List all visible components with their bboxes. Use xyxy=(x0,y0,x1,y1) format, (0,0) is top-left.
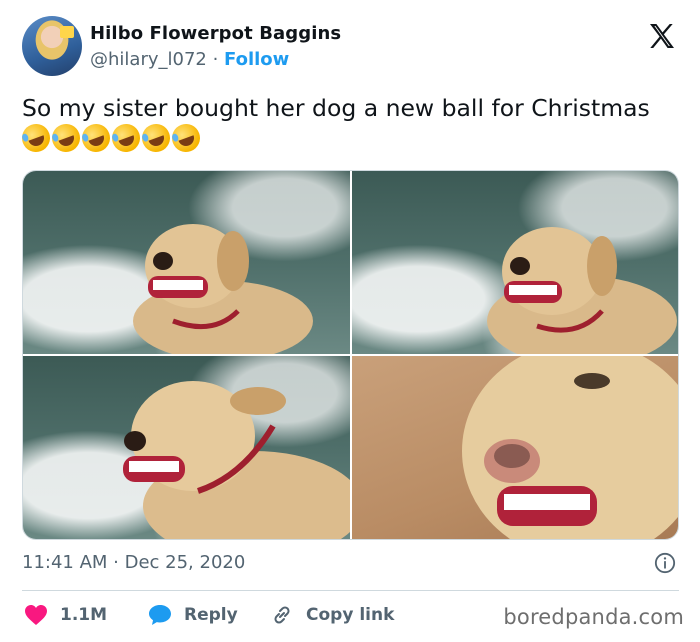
author-handle[interactable]: @hilary_l072 xyxy=(90,49,207,70)
divider xyxy=(22,590,679,591)
author-handle-line: @hilary_l072 · Follow xyxy=(90,49,289,70)
watermark: boredpanda.com xyxy=(503,605,684,629)
rofl-emoji-icon xyxy=(108,120,144,156)
media-photo-3[interactable] xyxy=(23,356,350,539)
dog-illustration xyxy=(133,224,313,354)
copy-link-button[interactable]: Copy link xyxy=(270,600,394,630)
emoji-group xyxy=(18,120,204,156)
follow-button[interactable]: Follow xyxy=(224,49,289,70)
media-photo-1[interactable] xyxy=(23,171,350,354)
media-grid xyxy=(22,170,679,540)
reply-label: Reply xyxy=(184,605,238,625)
tweet-text: So my sister bought her dog a new ball f… xyxy=(18,92,682,156)
rofl-emoji-icon xyxy=(138,120,174,156)
rofl-emoji-icon xyxy=(18,120,54,156)
like-button[interactable]: 1.1M xyxy=(24,600,107,630)
tweet-header: Hilbo Flowerpot Baggins @hilary_l072 · F… xyxy=(22,16,682,80)
like-count: 1.1M xyxy=(60,605,108,625)
tweet-timestamp[interactable]: 11:41 AM · Dec 25, 2020 xyxy=(22,552,245,573)
x-logo-icon[interactable] xyxy=(646,20,678,52)
rofl-emoji-icon xyxy=(48,120,84,156)
media-photo-4[interactable] xyxy=(352,356,678,539)
handle-separator: · xyxy=(206,49,225,70)
tweet-body: So my sister bought her dog a new ball f… xyxy=(22,94,650,122)
dog-illustration xyxy=(487,227,677,354)
dog-illustration xyxy=(123,381,350,539)
info-icon[interactable] xyxy=(654,552,676,574)
reply-bubble-icon xyxy=(149,605,171,625)
avatar[interactable] xyxy=(22,16,82,76)
rofl-emoji-icon xyxy=(78,120,114,156)
avatar-badge xyxy=(60,26,74,38)
copy-link-label: Copy link xyxy=(306,605,395,625)
media-photo-2[interactable] xyxy=(352,171,678,354)
link-icon xyxy=(274,606,290,624)
heart-icon xyxy=(25,605,47,625)
rofl-emoji-icon xyxy=(168,120,204,156)
author-name[interactable]: Hilbo Flowerpot Baggins xyxy=(90,23,341,44)
reply-button[interactable]: Reply xyxy=(148,600,238,630)
dog-illustration xyxy=(462,356,678,539)
